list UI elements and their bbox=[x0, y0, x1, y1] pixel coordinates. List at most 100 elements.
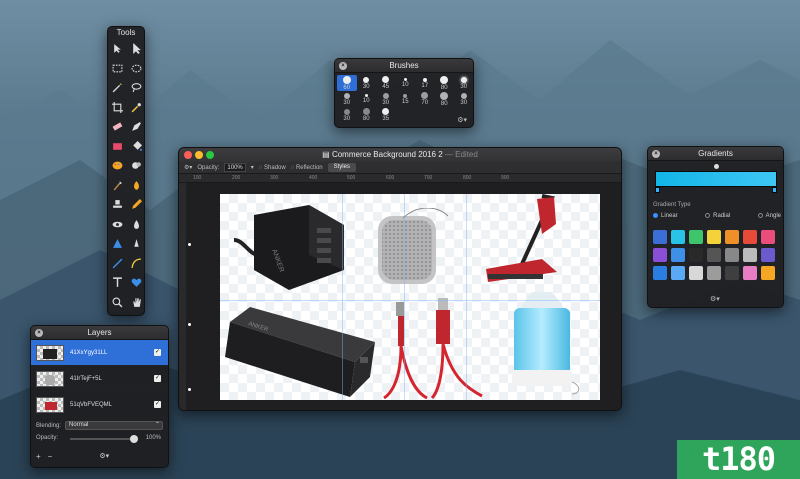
arrow-icon[interactable] bbox=[108, 39, 127, 59]
gradient-swatch[interactable] bbox=[743, 248, 757, 262]
brush-preset[interactable]: 15 bbox=[396, 91, 416, 107]
shadow-toggle[interactable]: ◌ Shadow bbox=[259, 165, 286, 171]
brush-icon[interactable] bbox=[108, 176, 127, 196]
linear-radio[interactable]: Linear bbox=[653, 213, 678, 219]
ellipse-select-icon[interactable] bbox=[127, 59, 144, 79]
remove-layer-button[interactable]: − bbox=[48, 452, 53, 461]
gradient-swatch[interactable] bbox=[689, 248, 703, 262]
visibility-checkbox[interactable]: ✓ bbox=[154, 401, 161, 408]
layer-row[interactable]: 41XxYgy31LL ✓ bbox=[31, 340, 168, 366]
close-icon[interactable]: × bbox=[652, 150, 660, 158]
eraser-icon[interactable] bbox=[108, 117, 127, 137]
brush-preset[interactable]: 30 bbox=[337, 91, 357, 107]
layer-row[interactable]: 51qVbFVEQML ✓ bbox=[31, 392, 168, 418]
gradient-swatch[interactable] bbox=[743, 266, 757, 280]
resize-handle[interactable] bbox=[188, 243, 191, 246]
close-window-button[interactable] bbox=[184, 151, 192, 159]
gradient-preview-bar[interactable] bbox=[655, 171, 777, 187]
brush-preset[interactable]: 30 bbox=[337, 107, 357, 123]
line-icon[interactable] bbox=[108, 254, 127, 274]
heart-icon[interactable] bbox=[127, 273, 144, 293]
brush-preset[interactable]: 17 bbox=[415, 75, 435, 91]
stamp-icon[interactable] bbox=[108, 195, 127, 215]
drop-icon[interactable] bbox=[127, 215, 144, 235]
brush-preset[interactable]: 60 bbox=[337, 75, 357, 91]
sharpen-icon[interactable] bbox=[127, 234, 144, 254]
gradient-swatch[interactable] bbox=[725, 230, 739, 244]
smudge-icon[interactable] bbox=[127, 176, 144, 196]
brush-preset[interactable]: 80 bbox=[435, 75, 455, 91]
brush-preset[interactable]: 80 bbox=[357, 107, 377, 123]
blending-select[interactable]: Normal ⌃ bbox=[65, 421, 164, 430]
paint-bucket-icon[interactable] bbox=[127, 137, 144, 157]
brush-preset[interactable]: 45 bbox=[376, 75, 396, 91]
close-icon[interactable]: × bbox=[35, 329, 43, 337]
gradient-swatch[interactable] bbox=[671, 248, 685, 262]
gradient-swatch[interactable] bbox=[671, 266, 685, 280]
opacity-input[interactable]: 100% bbox=[224, 163, 246, 172]
gradient-swatch[interactable] bbox=[653, 266, 667, 280]
styles-tab[interactable]: Styles bbox=[327, 163, 356, 172]
layer-row[interactable]: 41IrTejF+5L ✓ bbox=[31, 366, 168, 392]
brush-preset[interactable]: 80 bbox=[435, 91, 455, 107]
hand-icon[interactable] bbox=[127, 293, 144, 313]
rectangle-icon[interactable] bbox=[108, 137, 127, 157]
brush-preset[interactable]: 70 bbox=[415, 91, 435, 107]
gradient-swatch[interactable] bbox=[653, 230, 667, 244]
angle-radio[interactable]: Angle bbox=[757, 213, 781, 219]
gradient-swatch[interactable] bbox=[671, 230, 685, 244]
resize-handle[interactable] bbox=[188, 388, 191, 391]
radial-radio[interactable]: Radial bbox=[705, 213, 730, 219]
palette-icon[interactable] bbox=[108, 156, 127, 176]
reflection-toggle[interactable]: ◌ Reflection bbox=[291, 165, 323, 171]
gradient-stop-right[interactable] bbox=[772, 187, 777, 193]
gradient-midpoint-handle[interactable] bbox=[714, 164, 719, 169]
lasso-icon[interactable] bbox=[127, 78, 144, 98]
gradient-swatch[interactable] bbox=[761, 266, 775, 280]
gradient-swatch[interactable] bbox=[689, 266, 703, 280]
gear-icon[interactable]: ⚙▾ bbox=[99, 452, 109, 461]
visibility-checkbox[interactable]: ✓ bbox=[154, 349, 161, 356]
crop-icon[interactable] bbox=[108, 98, 127, 118]
gear-icon[interactable]: ⚙▾ bbox=[457, 116, 467, 124]
gradient-swatch[interactable] bbox=[707, 266, 721, 280]
gradient-swatch[interactable] bbox=[689, 230, 703, 244]
zoom-window-button[interactable] bbox=[206, 151, 214, 159]
brush-preset[interactable]: 30 bbox=[376, 91, 396, 107]
eyedropper-icon[interactable] bbox=[127, 98, 144, 118]
rect-select-icon[interactable] bbox=[108, 59, 127, 79]
magic-wand-icon[interactable] bbox=[108, 78, 127, 98]
canvas[interactable]: ANKER ANKER bbox=[220, 194, 600, 400]
opacity-slider[interactable] bbox=[70, 438, 132, 440]
bezier-icon[interactable] bbox=[127, 254, 144, 274]
text-icon[interactable] bbox=[108, 273, 127, 293]
gradient-stop-left[interactable] bbox=[655, 187, 660, 193]
gradient-swatch[interactable] bbox=[761, 248, 775, 262]
opacity-stepper[interactable]: ▾ bbox=[251, 164, 254, 171]
brush-preset[interactable]: 30 bbox=[357, 75, 377, 91]
brush-preset[interactable]: 10 bbox=[357, 91, 377, 107]
resize-handle[interactable] bbox=[188, 323, 191, 326]
gradient-swatch[interactable] bbox=[725, 266, 739, 280]
brush-preset[interactable]: 35 bbox=[376, 107, 396, 123]
eye-icon[interactable] bbox=[108, 215, 127, 235]
minimize-window-button[interactable] bbox=[195, 151, 203, 159]
brush-preset[interactable]: 30 bbox=[454, 91, 473, 107]
gradient-swatch[interactable] bbox=[761, 230, 775, 244]
triangle-icon[interactable] bbox=[108, 234, 127, 254]
pencil-icon[interactable] bbox=[127, 195, 144, 215]
visibility-checkbox[interactable]: ✓ bbox=[154, 375, 161, 382]
gear-icon[interactable]: ⚙▾ bbox=[710, 295, 720, 303]
gradient-swatch[interactable] bbox=[653, 248, 667, 262]
gradient-swatch[interactable] bbox=[725, 248, 739, 262]
gradient-swatch[interactable] bbox=[743, 230, 757, 244]
blob-icon[interactable] bbox=[127, 156, 144, 176]
gear-icon[interactable]: ⚙▾ bbox=[184, 164, 192, 171]
brush-preset[interactable]: 10 bbox=[396, 75, 416, 91]
zoom-icon[interactable] bbox=[108, 293, 127, 313]
brush-preset[interactable]: 30 bbox=[454, 75, 473, 91]
gradient-swatch[interactable] bbox=[707, 230, 721, 244]
pointer-icon[interactable] bbox=[127, 39, 144, 59]
pen-icon[interactable] bbox=[127, 117, 144, 137]
add-layer-button[interactable]: + bbox=[36, 452, 41, 461]
